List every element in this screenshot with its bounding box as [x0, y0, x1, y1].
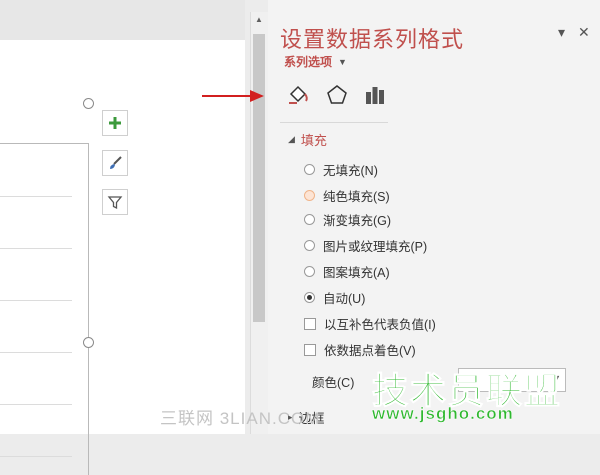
- chart-elements-button[interactable]: [102, 110, 128, 136]
- radio-circle[interactable]: [304, 164, 315, 175]
- checkbox-label: 依数据点着色(V): [324, 344, 416, 358]
- gridline: [0, 196, 72, 197]
- chart-area: [0, 0, 245, 475]
- collapse-triangle-icon: ◢: [288, 134, 295, 144]
- paint-bucket-icon: [289, 85, 308, 104]
- series-options-label: 系列选项: [284, 55, 333, 69]
- brush-icon: [110, 156, 122, 169]
- tab-fill-line[interactable]: [286, 82, 312, 108]
- scroll-thumb[interactable]: [253, 34, 265, 322]
- gridline: [0, 456, 72, 457]
- plus-icon: [109, 117, 121, 129]
- radio-circle[interactable]: [304, 190, 315, 201]
- option-label: 自动(U): [323, 292, 366, 306]
- resize-handle-right[interactable]: [83, 337, 94, 348]
- radio-circle[interactable]: [304, 292, 315, 303]
- radio-pattern-fill[interactable]: 图案填充(A): [304, 262, 390, 281]
- checkbox-label: 以互补色代表负值(I): [324, 318, 436, 332]
- checkbox-box[interactable]: [304, 317, 316, 330]
- pentagon-icon: [327, 85, 347, 104]
- tab-series-options[interactable]: [362, 82, 388, 108]
- watermark-url: www.jsgho.com: [372, 404, 514, 424]
- fill-section-label: 填充: [300, 133, 327, 148]
- fill-section-header[interactable]: ◢ 填充: [288, 130, 327, 149]
- option-label: 渐变填充(G): [323, 214, 392, 228]
- gridline: [0, 248, 72, 249]
- option-label: 无填充(N): [323, 164, 378, 178]
- checkbox-box[interactable]: [304, 343, 316, 356]
- scroll-up-arrow[interactable]: ▲: [253, 14, 265, 26]
- option-label: 图案填充(A): [323, 266, 390, 280]
- radio-automatic[interactable]: 自动(U): [304, 288, 365, 307]
- color-label: 颜色(C): [312, 376, 355, 390]
- radio-circle[interactable]: [304, 266, 315, 277]
- option-label: 纯色填充(S): [323, 190, 390, 204]
- gridline: [0, 352, 72, 353]
- tab-effects[interactable]: [324, 82, 350, 108]
- annotation-arrow-icon: [202, 90, 264, 102]
- bar-chart-icon: [366, 87, 384, 104]
- resize-handle-top-right[interactable]: [83, 98, 94, 109]
- series-options-dropdown[interactable]: 系列选项 ▼: [284, 53, 347, 70]
- radio-no-fill[interactable]: 无填充(N): [304, 160, 378, 179]
- radio-solid-fill[interactable]: 纯色填充(S): [304, 186, 390, 205]
- tab-divider: [280, 122, 388, 123]
- chevron-down-icon: ▼: [338, 56, 347, 67]
- radio-gradient-fill[interactable]: 渐变填充(G): [304, 210, 391, 229]
- gridline: [0, 300, 72, 301]
- chart-styles-button[interactable]: [102, 150, 128, 176]
- close-icon[interactable]: ✕: [578, 24, 590, 41]
- filter-icon: [107, 196, 123, 210]
- radio-circle[interactable]: [304, 240, 315, 251]
- vertical-scrollbar[interactable]: ▲: [250, 12, 268, 434]
- chart-filters-button[interactable]: [102, 189, 128, 215]
- watermark-left: 三联网 3LIAN.COM: [160, 409, 321, 428]
- pane-options-dropdown[interactable]: ▾: [558, 24, 565, 41]
- chart-plot-frame[interactable]: [0, 143, 89, 475]
- option-label: 图片或纹理填充(P): [323, 240, 428, 254]
- radio-circle[interactable]: [304, 214, 315, 225]
- checkbox-invert-if-negative[interactable]: 以互补色代表负值(I): [304, 314, 436, 333]
- checkbox-vary-colors[interactable]: 依数据点着色(V): [304, 340, 416, 359]
- gridline: [0, 404, 72, 405]
- radio-picture-fill[interactable]: 图片或纹理填充(P): [304, 236, 427, 255]
- pane-title: 设置数据系列格式: [280, 27, 465, 52]
